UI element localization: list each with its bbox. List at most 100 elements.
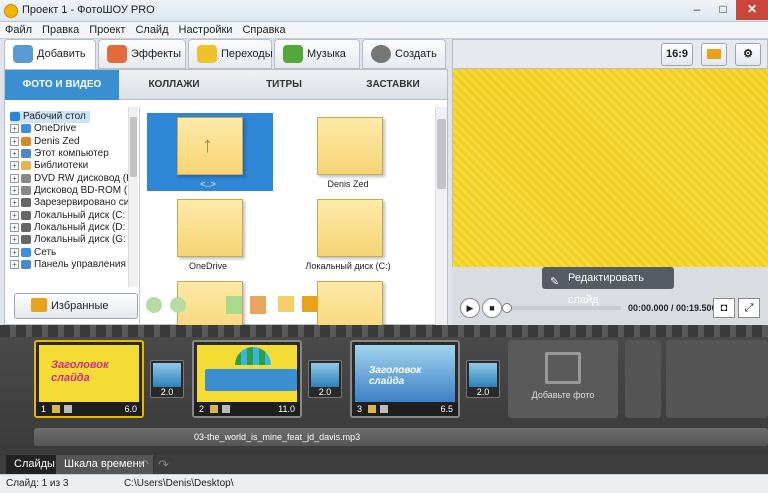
edit-slide-button[interactable]: ✎ Редактировать слайд (542, 267, 674, 306)
subtab-intros[interactable]: ЗАСТАВКИ (339, 70, 447, 100)
close-button[interactable]: ✕ (736, 0, 768, 20)
stop-button[interactable]: ■ (482, 298, 502, 318)
seek-handle[interactable] (502, 303, 512, 313)
expand-icon[interactable]: + (10, 160, 19, 170)
tab-music[interactable]: Музыка (274, 39, 360, 69)
subtab-titles[interactable]: ТИТРЫ (229, 70, 339, 100)
expand-icon[interactable]: + (10, 222, 19, 232)
redo-icon[interactable]: ↷ (158, 457, 169, 473)
favorite-folders-button[interactable]: Избранные папки (14, 293, 138, 336)
tree-item-label: Библиотеки (34, 160, 89, 171)
expand-icon[interactable]: + (10, 210, 19, 220)
expand-icon[interactable]: + (10, 148, 19, 158)
download-arrow-icon[interactable] (226, 296, 242, 314)
undo-icon[interactable]: ↶ (138, 457, 149, 473)
time-display: 00:00.000 / 00:19.500 (628, 303, 717, 313)
image-fit-button[interactable] (701, 43, 727, 66)
desktop-icon (10, 111, 20, 121)
tab-effects[interactable]: Эффекты (98, 39, 186, 69)
aspect-ratio-button[interactable]: 16:9 (661, 43, 693, 66)
seek-bar[interactable] (502, 303, 621, 313)
subtab-collages[interactable]: КОЛЛАЖИ (119, 70, 229, 100)
app-logo-icon (4, 4, 18, 18)
tree-item[interactable]: + Локальный диск (G: (10, 234, 126, 246)
tree-item[interactable]: + Denis Zed (10, 136, 80, 148)
pencil-icon[interactable] (52, 405, 60, 413)
menu-slide[interactable]: Слайд (130, 22, 173, 38)
tree-item[interactable]: + Библиотеки (10, 160, 88, 172)
menu-help[interactable]: Справка (237, 22, 290, 38)
forward-icon[interactable] (170, 297, 186, 313)
slide-thumb[interactable]: 2 11.0 (192, 340, 302, 418)
expand-icon[interactable]: + (10, 259, 19, 269)
slide-duration: 6.0 (124, 404, 137, 414)
expand-icon[interactable]: + (10, 197, 19, 207)
tree-item-label: Зарезервировано си (34, 197, 130, 208)
expand-icon[interactable]: + (10, 247, 19, 257)
tab-add[interactable]: Добавить (4, 39, 96, 69)
play-button[interactable]: ▶ (460, 298, 480, 318)
scroll-thumb[interactable] (437, 119, 446, 189)
back-icon[interactable] (146, 297, 162, 313)
transition-thumb[interactable]: 2.0 (150, 360, 184, 398)
tree-item[interactable]: + OneDrive (10, 123, 76, 135)
tree-item[interactable]: + Панель управления (10, 259, 126, 271)
tree-item-label: Локальный диск (G: (34, 234, 126, 245)
add-photo-placeholder[interactable]: Добавьте фото (508, 340, 618, 418)
scroll-thumb[interactable] (130, 117, 137, 177)
tree-scrollbar[interactable] (128, 107, 138, 287)
subtab-photo-video[interactable]: ФОТО И ВИДЕО (5, 70, 119, 100)
play-icon: ▶ (466, 303, 474, 313)
expand-icon[interactable]: + (10, 185, 19, 195)
sound-icon[interactable] (64, 405, 72, 413)
menu-project[interactable]: Проект (84, 22, 130, 38)
transition-duration: 2.0 (318, 387, 332, 397)
tree-item[interactable]: + Дисковод BD-ROM (E (10, 185, 134, 197)
folder-item[interactable]: Denis Zed (287, 113, 413, 191)
tree-item[interactable]: + Зарезервировано си (10, 197, 129, 209)
pencil-icon: ✎ (550, 276, 560, 288)
files-scrollbar[interactable] (435, 107, 447, 325)
tab-create[interactable]: Создать (362, 39, 446, 69)
tree-item[interactable]: + Локальный диск (C: (10, 210, 125, 222)
tree-item[interactable]: + Сеть (10, 247, 56, 259)
folder-label: OneDrive (188, 261, 227, 271)
transition-thumb[interactable]: 2.0 (466, 360, 500, 398)
folder-item[interactable]: OneDrive (147, 195, 273, 273)
tab-transitions[interactable]: Переходы (188, 39, 273, 69)
tree-item[interactable]: Рабочий стол (10, 111, 90, 123)
sound-icon[interactable] (222, 405, 230, 413)
pencil-icon[interactable] (210, 405, 218, 413)
folder-up[interactable]: ↑ <..> (147, 113, 273, 191)
transition-thumb[interactable]: 2.0 (308, 360, 342, 398)
audio-track[interactable]: 03-the_world_is_mine_feat_jd_davis.mp3 (34, 428, 768, 446)
folder-item[interactable]: Локальный диск (C:) (287, 195, 413, 273)
menu-file[interactable]: Файл (0, 22, 37, 38)
tree-item[interactable]: + Этот компьютер (10, 148, 109, 160)
home-icon[interactable] (250, 296, 266, 314)
transition-preview (469, 363, 497, 387)
menu-settings[interactable]: Настройки (174, 22, 238, 38)
fullscreen-button[interactable]: ⤢ (738, 298, 760, 318)
menu-bar: Файл Правка Проект Слайд Настройки Справка (0, 22, 768, 39)
minimize-button[interactable]: – (684, 0, 710, 20)
pencil-icon[interactable] (368, 405, 376, 413)
expand-icon[interactable]: + (10, 123, 19, 133)
tree-item[interactable]: + DVD RW дисковод (H (10, 173, 133, 185)
expand-icon[interactable]: + (10, 173, 19, 183)
slide-preview (452, 69, 768, 267)
expand-icon[interactable]: + (10, 136, 19, 146)
slide-thumb[interactable]: Заголовок слайда 3 6.5 (350, 340, 460, 418)
tree-item[interactable]: + Локальный диск (D: (10, 222, 125, 234)
settings-button[interactable]: ⚙ (735, 43, 761, 66)
sound-icon[interactable] (380, 405, 388, 413)
tab-add-label: Добавить (37, 48, 86, 60)
snapshot-button[interactable]: ◘ (713, 298, 735, 318)
favorite-folder-icon[interactable] (302, 296, 318, 312)
maximize-button[interactable]: □ (710, 0, 736, 20)
slide-thumb[interactable]: Заголовок слайда 1 6.0 (34, 340, 144, 418)
add-photo-label: Добавьте фото (531, 390, 595, 400)
menu-edit[interactable]: Правка (37, 22, 84, 38)
new-folder-icon[interactable] (278, 296, 294, 312)
expand-icon[interactable]: + (10, 234, 19, 244)
